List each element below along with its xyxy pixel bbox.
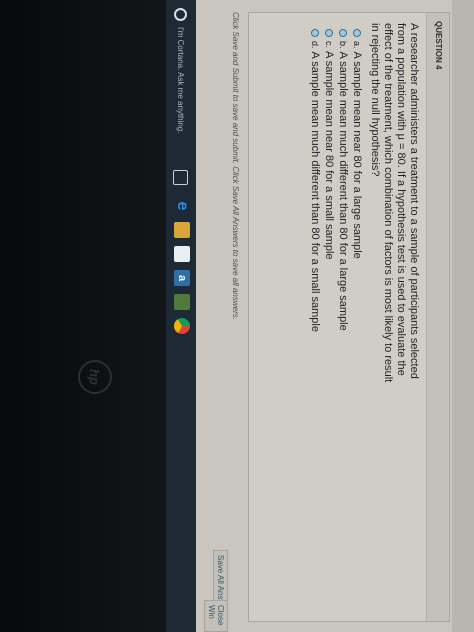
- answer-option-d[interactable]: d. A sample mean much different than 80 …: [308, 29, 322, 611]
- cortana-search-box[interactable]: I'm Cortana. Ask me anything.: [170, 4, 192, 164]
- question-header: QUESTION 4: [426, 13, 449, 621]
- radio-button[interactable]: [325, 29, 333, 37]
- store-icon[interactable]: [174, 246, 190, 262]
- answer-option-a[interactable]: a. A sample mean near 80 for a large sam…: [350, 29, 364, 611]
- answer-option-c[interactable]: c. A sample mean near 80 for a small sam…: [322, 29, 336, 611]
- task-view-icon[interactable]: [173, 170, 188, 185]
- laptop-bezel: hp: [0, 0, 166, 632]
- option-letter: b.: [338, 41, 348, 49]
- radio-button[interactable]: [311, 29, 319, 37]
- cortana-search-placeholder: I'm Cortana. Ask me anything.: [176, 27, 186, 134]
- option-text: A sample mean much different than 80 for…: [337, 51, 349, 331]
- option-letter: c.: [324, 41, 334, 49]
- amazon-icon[interactable]: a: [174, 270, 190, 286]
- question-panel: QUESTION 4 A researcher administers a tr…: [248, 12, 450, 622]
- option-text: A sample mean much different than 80 for…: [309, 51, 321, 332]
- question-body: A researcher administers a treatment to …: [302, 13, 426, 621]
- radio-button[interactable]: [353, 29, 361, 37]
- option-text: A sample mean near 80 for a large sample: [351, 51, 363, 259]
- browser-page: QUESTION 4 A researcher administers a tr…: [196, 0, 474, 632]
- option-letter: a.: [352, 41, 362, 49]
- cortana-icon: [174, 8, 188, 21]
- radio-button[interactable]: [339, 29, 347, 37]
- photo-scene: QUESTION 4 A researcher administers a tr…: [0, 0, 474, 632]
- question-text: A researcher administers a treatment to …: [369, 23, 420, 383]
- file-explorer-icon[interactable]: [174, 222, 190, 238]
- submit-instructions: Click Save and Submit to save and submit…: [231, 12, 240, 320]
- chrome-icon[interactable]: [174, 318, 190, 334]
- option-text: A sample mean near 80 for a small sample: [323, 51, 335, 260]
- edge-icon[interactable]: e: [174, 198, 191, 214]
- windows-taskbar: I'm Cortana. Ask me anything. e a: [166, 0, 196, 632]
- answer-option-b[interactable]: b. A sample mean much different than 80 …: [336, 29, 350, 611]
- minecraft-icon[interactable]: [174, 294, 190, 310]
- close-window-button[interactable]: Close Win: [204, 600, 228, 632]
- hp-logo-icon: hp: [78, 360, 112, 394]
- option-letter: d.: [310, 41, 320, 49]
- page-top-strip: [452, 0, 474, 632]
